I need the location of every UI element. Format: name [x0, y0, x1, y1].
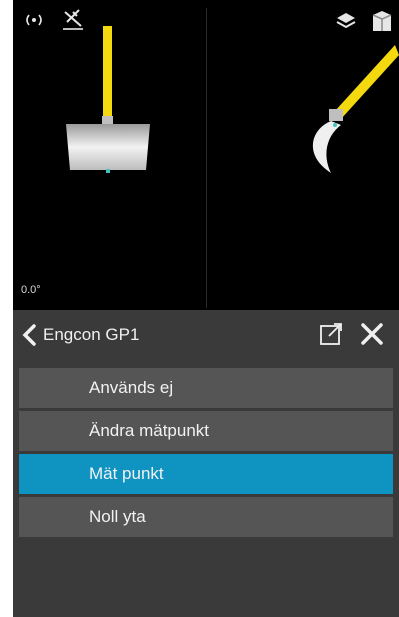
tilt-angle-readout: 0.0° [21, 284, 41, 296]
radio-signal-icon [26, 14, 42, 26]
popout-icon[interactable] [319, 322, 343, 346]
panel-header: Engcon GP1 [13, 310, 399, 360]
front-view-graphic [66, 26, 150, 173]
back-icon[interactable] [18, 322, 44, 348]
machine-view: 0.0° [13, 0, 399, 310]
side-view-graphic [312, 45, 399, 173]
app-frame: 0.0° Engcon GP1 Används ej Ändra mätpunk… [13, 0, 399, 617]
menu-item-mat-punkt[interactable]: Mät punkt [19, 454, 393, 494]
panel-title: Engcon GP1 [43, 325, 140, 344]
menu-item-andra-matpunkt[interactable]: Ändra mätpunkt [19, 411, 393, 451]
close-icon[interactable] [359, 321, 385, 347]
action-menu: Används ej Ändra mätpunkt Mät punkt Noll… [19, 368, 393, 540]
menu-item-anvands-ej[interactable]: Används ej [19, 368, 393, 408]
panel-footer [13, 550, 399, 617]
tool-panel: Engcon GP1 Används ej Ändra mätpunkt Mät… [13, 310, 399, 617]
menu-item-noll-yta[interactable]: Noll yta [19, 497, 393, 537]
view-divider [206, 8, 207, 308]
